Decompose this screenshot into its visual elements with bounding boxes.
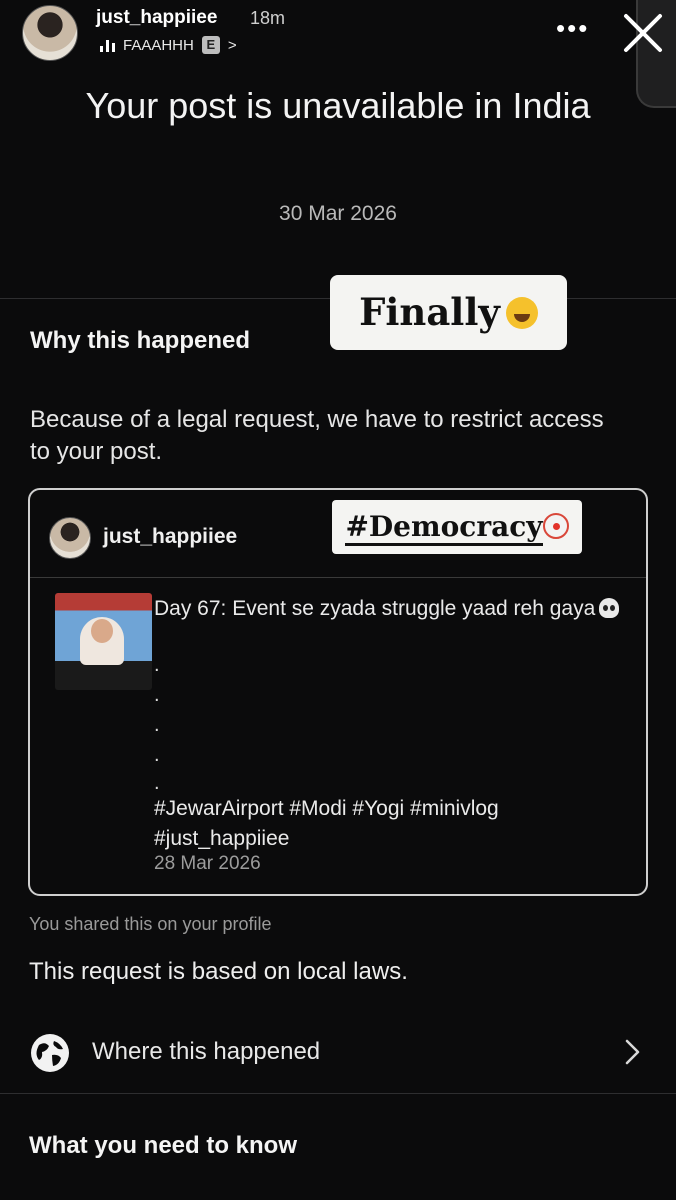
story-username[interactable]: just_happiiee <box>96 7 217 29</box>
caption-dot: . <box>154 714 160 736</box>
need-to-know-heading: What you need to know <box>29 1132 297 1159</box>
caption-dot: . <box>154 772 160 794</box>
notice-date: 30 Mar 2026 <box>279 202 397 225</box>
avatar[interactable] <box>22 5 78 61</box>
clown-emoji-icon <box>542 513 569 539</box>
shared-note: You shared this on your profile <box>29 914 272 934</box>
caption-dot: . <box>154 744 160 766</box>
post-username: just_happiiee <box>103 525 238 548</box>
explicit-badge: E <box>201 36 220 54</box>
music-title: FAAAHHH <box>123 36 194 54</box>
story-time: 18m <box>250 8 286 28</box>
laughing-emoji-icon <box>505 297 538 329</box>
caption-dot: . <box>154 684 160 706</box>
post-thumbnail[interactable] <box>55 593 152 690</box>
divider <box>0 1093 676 1094</box>
chevron-right-icon: > <box>227 36 237 54</box>
more-options-icon[interactable]: ••• <box>556 15 589 41</box>
music-row[interactable]: FAAAHHH E > <box>100 36 237 54</box>
democracy-sticker-text: #Democracy <box>345 510 543 546</box>
post-caption: Day 67: Event se zyada struggle yaad reh… <box>154 594 624 624</box>
skull-emoji-icon <box>599 598 620 618</box>
post-hashtags: #JewarAirport #Modi #Yogi #minivlog #jus… <box>154 797 499 850</box>
card-divider <box>30 577 646 578</box>
close-icon[interactable] <box>620 10 666 56</box>
globe-icon <box>31 1034 69 1072</box>
thumbnail-head <box>91 619 113 643</box>
laws-note: This request is based on local laws. <box>29 958 408 985</box>
post-date: 28 Mar 2026 <box>154 853 261 874</box>
where-label[interactable]: Where this happened <box>92 1038 320 1066</box>
chevron-right-icon[interactable] <box>622 1038 644 1066</box>
democracy-sticker: #Democracy <box>332 500 582 554</box>
why-heading: Why this happened <box>30 327 251 354</box>
finally-sticker-text: Finally <box>359 290 500 334</box>
reason-text: Because of a legal request, we have to r… <box>30 406 604 465</box>
finally-sticker: Finally <box>330 275 567 350</box>
post-avatar <box>49 517 91 559</box>
page-title: Your post is unavailable in India <box>85 85 591 126</box>
caption-dot: . <box>154 654 160 676</box>
audio-bars-icon <box>100 38 115 52</box>
caption-text: Day 67: Event se zyada struggle yaad reh… <box>154 597 596 620</box>
